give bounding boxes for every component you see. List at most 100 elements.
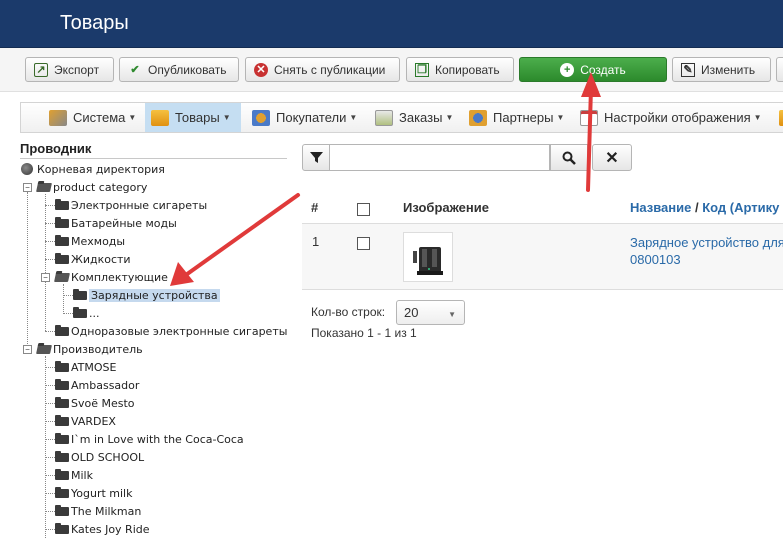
search-button[interactable] xyxy=(550,144,588,171)
menu-item-display-settings[interactable]: Настройки отображения ▼ xyxy=(574,103,768,132)
folder-icon xyxy=(55,396,69,408)
menu-item-products[interactable]: Товары ▼ xyxy=(145,103,241,132)
rows-per-page-value: 20 xyxy=(404,305,419,320)
tree-node-brand[interactable]: ATMOSE xyxy=(55,359,116,375)
tree-node-brand[interactable]: Svoё Mesto xyxy=(55,395,135,411)
column-header-name-code[interactable]: Название / Код (Артику xyxy=(630,200,779,215)
rows-per-page-select[interactable]: 20 ▼ xyxy=(396,300,465,325)
menu-label-products: Товары xyxy=(175,110,220,125)
tree-node-category[interactable]: Электронные сигареты xyxy=(55,197,207,213)
export-icon: ↗ xyxy=(34,62,48,77)
tree-node-chargers[interactable]: Зарядные устройства xyxy=(73,287,220,303)
clear-search-button[interactable]: ✕ xyxy=(592,144,632,171)
explorer-title: Проводник xyxy=(20,141,287,159)
collapse-toggle[interactable]: − xyxy=(41,273,50,282)
more-button[interactable] xyxy=(776,57,783,82)
charger-image xyxy=(413,247,443,275)
settings-icon xyxy=(580,109,598,126)
edit-button[interactable]: ✎ Изменить xyxy=(672,57,771,82)
column-header-image: Изображение xyxy=(403,200,489,215)
publish-button[interactable]: ✔ Опубликовать xyxy=(119,57,239,82)
menu-label-customers: Покупатели xyxy=(276,110,347,125)
filter-button[interactable] xyxy=(302,144,330,171)
tree-node-category[interactable]: Жидкости xyxy=(55,251,131,267)
folder-icon xyxy=(55,522,69,534)
more-icon xyxy=(779,109,783,126)
menu-label-orders: Заказы xyxy=(399,110,443,125)
box-icon xyxy=(151,109,169,126)
export-button[interactable]: ↗ Экспорт xyxy=(25,57,114,82)
tree-node-brand[interactable]: Milk xyxy=(55,467,93,483)
product-code-link[interactable]: 0800103 xyxy=(630,252,681,267)
tree-root[interactable]: Корневая директория xyxy=(21,161,165,177)
check-icon: ✔ xyxy=(130,64,140,76)
tree-node-category[interactable]: Мехмоды xyxy=(55,233,125,249)
shown-count: Показано 1 - 1 из 1 xyxy=(311,326,417,340)
product-name-link[interactable]: Зарядное устройство для xyxy=(630,235,783,250)
tree-node-brand[interactable]: OLD SCHOOL xyxy=(55,449,144,465)
menu-item-customers[interactable]: Покупатели ▼ xyxy=(246,103,363,132)
tree-node-brand[interactable]: The Milkman xyxy=(55,503,141,519)
partners-icon xyxy=(469,109,487,126)
tree-label: Kates Joy Ride xyxy=(71,522,150,536)
create-button[interactable]: + Создать xyxy=(519,57,667,82)
rows-per-page-label: Кол-во строк: xyxy=(311,305,386,319)
tree-label: Svoё Mesto xyxy=(71,396,135,410)
menu-label-system: Система xyxy=(73,110,126,125)
table-row[interactable]: 1 Зарядное устройство для 0800103 xyxy=(302,224,783,290)
folder-icon xyxy=(55,360,69,372)
collapse-toggle[interactable]: − xyxy=(23,345,32,354)
folder-icon xyxy=(55,450,69,462)
tree-label: The Milkman xyxy=(71,504,142,518)
sort-name-link[interactable]: Название xyxy=(630,200,691,215)
sort-code-link[interactable]: Код (Артику xyxy=(702,200,779,215)
tree-node-category[interactable]: Батарейные моды xyxy=(55,215,177,231)
tree-node-category[interactable]: Одноразовые электронные сигареты xyxy=(55,323,287,339)
tree-label: Производитель xyxy=(53,342,143,356)
menu-item-system[interactable]: Система ▼ xyxy=(43,103,142,132)
select-all-checkbox[interactable] xyxy=(357,203,370,216)
table-header: # Изображение Название / Код (Артику xyxy=(302,190,783,224)
folder-icon xyxy=(55,216,69,228)
menu-item-partners[interactable]: Партнеры ▼ xyxy=(463,103,570,132)
menu-item-more[interactable] xyxy=(773,103,783,132)
tree-node-brand[interactable]: Kates Joy Ride xyxy=(55,521,150,537)
folder-icon xyxy=(55,252,69,264)
folder-icon xyxy=(73,288,87,300)
product-thumbnail[interactable] xyxy=(403,232,453,282)
users-icon xyxy=(252,109,270,126)
page-title: Товары xyxy=(60,12,129,34)
tree-node-brand[interactable]: VARDEX xyxy=(55,413,116,429)
folder-icon xyxy=(73,306,87,318)
folder-icon xyxy=(55,468,69,480)
tree-label: OLD SCHOOL xyxy=(71,450,145,464)
globe-icon xyxy=(21,163,33,175)
search-input[interactable] xyxy=(330,144,550,171)
tree-node-brand[interactable]: Ambassador xyxy=(55,377,139,393)
menu-item-orders[interactable]: Заказы ▼ xyxy=(369,103,459,132)
tree-node-brand[interactable]: Yogurt milk xyxy=(55,485,132,501)
tree-node-manufacturer[interactable]: Производитель xyxy=(36,341,143,357)
toolbar: ↗ Экспорт ✔ Опубликовать ✕ Снять с публи… xyxy=(0,48,783,92)
tree-label: Мехмоды xyxy=(71,234,126,248)
folder-icon xyxy=(55,198,69,210)
tree-node-components[interactable]: Комплектующие xyxy=(54,269,168,285)
main-menu: Система ▼ Товары ▼ Покупатели ▼ Заказы ▼ Пар… xyxy=(20,102,783,133)
row-checkbox[interactable] xyxy=(357,237,370,250)
tree-node-brand[interactable]: I`m in Love with the Coca-Coca xyxy=(55,431,244,447)
copy-button[interactable]: ❐ Копировать xyxy=(406,57,514,82)
unpublish-button[interactable]: ✕ Снять с публикации xyxy=(245,57,400,82)
tree-label: I`m in Love with the Coca-Coca xyxy=(71,432,244,446)
tree-label: Зарядные устройства xyxy=(89,288,220,302)
edit-icon: ✎ xyxy=(681,62,695,77)
folder-icon xyxy=(55,486,69,498)
tree-root-label: Корневая директория xyxy=(37,162,165,176)
tree-node-category[interactable]: ... xyxy=(73,305,100,321)
collapse-toggle[interactable]: − xyxy=(23,183,32,192)
tree-node-product-category[interactable]: product category xyxy=(36,179,147,195)
export-label: Экспорт xyxy=(54,62,100,77)
plus-icon: + xyxy=(560,62,575,77)
app-header: Товары xyxy=(0,0,783,48)
folder-open-icon xyxy=(54,272,70,282)
unpublish-icon: ✕ xyxy=(254,62,268,77)
